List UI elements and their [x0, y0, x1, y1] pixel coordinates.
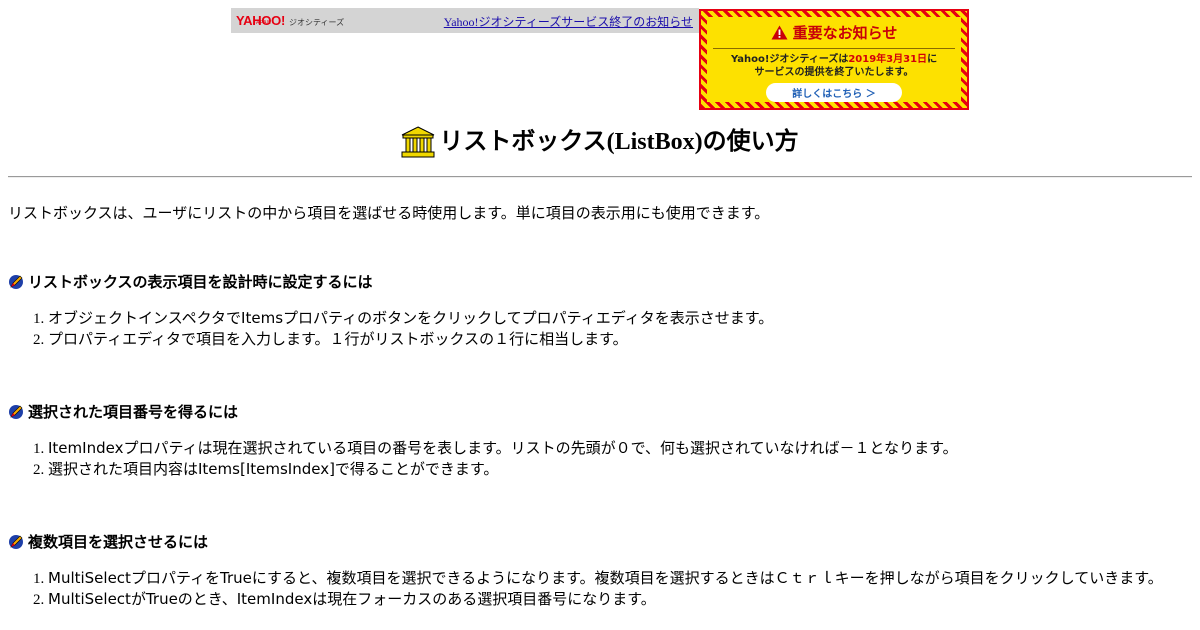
- yahoo-geocities-logo[interactable]: YAHOO! JAPAN ジオシティーズ: [236, 14, 344, 28]
- intro-paragraph: リストボックスは、ユーザにリストの中から項目を選ばせる時使用します。単に項目の表…: [8, 204, 770, 222]
- list-item: オブジェクトインスペクタでItemsプロパティのボタンをクリックしてプロパティエ…: [48, 308, 773, 329]
- list-item-text: 選択された項目内容はItems[ItemsIndex]で得ることができます。: [48, 460, 499, 478]
- title-divider: [8, 176, 1192, 178]
- important-notice-banner[interactable]: 重要なお知らせ Yahoo!ジオシティーズは2019年3月31日に サービスの提…: [699, 9, 969, 110]
- list-item-text: オブジェクトインスペクタでItemsプロパティのボタンをクリックしてプロパティエ…: [48, 309, 774, 327]
- list-item: ItemIndexプロパティは現在選択されている項目の番号を表します。リストの先…: [48, 438, 958, 459]
- warning-icon: [771, 25, 788, 40]
- section-heading-text: 複数項目を選択させるには: [28, 533, 209, 551]
- section-design-time-items: リストボックスの表示項目を設計時に設定するには オブジェクトインスペクタでIte…: [8, 271, 773, 350]
- notice-heading: 重要なお知らせ: [707, 22, 961, 43]
- geocities-banner: YAHOO! JAPAN ジオシティーズ Yahoo!ジオシティーズサービス終了…: [231, 8, 699, 33]
- section-heading-text: 選択された項目番号を得るには: [28, 403, 239, 421]
- list-item: プロパティエディタで項目を入力します。１行がリストボックスの１行に相当します。: [48, 329, 773, 350]
- section-list: オブジェクトインスペクタでItemsプロパティのボタンをクリックしてプロパティエ…: [8, 308, 773, 350]
- list-item-text: MultiSelectがTrueのとき、ItemIndexは現在フォーカスのある…: [48, 590, 656, 608]
- notice-date: 2019年3月31日: [848, 54, 928, 65]
- notice-content: 重要なお知らせ Yahoo!ジオシティーズは2019年3月31日に サービスの提…: [707, 17, 961, 102]
- pencil-icon: [9, 274, 23, 289]
- notice-line1-prefix: Yahoo!ジオシティーズは: [730, 54, 849, 65]
- page-title: リストボックス(ListBox)の使い方: [0, 126, 1200, 163]
- pencil-icon: [9, 534, 23, 549]
- list-item: MultiSelectプロパティをTrueにすると、複数項目を選択できるようにな…: [48, 568, 1184, 589]
- section-list: ItemIndexプロパティは現在選択されている項目の番号を表します。リストの先…: [8, 438, 958, 480]
- notice-message: Yahoo!ジオシティーズは2019年3月31日に サービスの提供を終了いたしま…: [707, 53, 961, 79]
- list-item-text: プロパティエディタで項目を入力します。１行がリストボックスの１行に相当します。: [48, 330, 628, 348]
- section-multi-select: 複数項目を選択させるには MultiSelectプロパティをTrueにすると、複…: [8, 531, 1184, 610]
- geocities-brand: ジオシティーズ: [289, 17, 345, 27]
- pencil-icon: [9, 404, 23, 419]
- service-end-link[interactable]: Yahoo!ジオシティーズサービス終了のお知らせ: [444, 13, 693, 30]
- notice-line2: サービスの提供を終了いたします。: [754, 67, 914, 78]
- page-title-text: リストボックス(ListBox)の使い方: [439, 129, 799, 155]
- section-heading-text: リストボックスの表示項目を設計時に設定するには: [28, 273, 373, 291]
- section-heading: リストボックスの表示項目を設計時に設定するには: [8, 271, 773, 292]
- list-item-text: ItemIndexプロパティは現在選択されている項目の番号を表します。リストの先…: [48, 439, 958, 457]
- list-item: 選択された項目内容はItems[ItemsIndex]で得ることができます。: [48, 459, 958, 480]
- section-heading: 選択された項目番号を得るには: [8, 401, 958, 422]
- notice-line1-suffix: に: [927, 54, 938, 65]
- section-selected-index: 選択された項目番号を得るには ItemIndexプロパティは現在選択されている項…: [8, 401, 958, 480]
- yahoo-logo-sub: JAPAN: [253, 20, 272, 26]
- details-button[interactable]: 詳しくはこちら ＞: [766, 83, 902, 102]
- section-heading: 複数項目を選択させるには: [8, 531, 1184, 552]
- list-item-text: MultiSelectプロパティをTrueにすると、複数項目を選択できるようにな…: [48, 569, 1163, 587]
- notice-divider: [713, 48, 955, 49]
- building-icon: [401, 126, 435, 158]
- list-item: MultiSelectがTrueのとき、ItemIndexは現在フォーカスのある…: [48, 589, 1184, 610]
- notice-heading-text: 重要なお知らせ: [792, 24, 898, 42]
- section-list: MultiSelectプロパティをTrueにすると、複数項目を選択できるようにな…: [8, 568, 1184, 610]
